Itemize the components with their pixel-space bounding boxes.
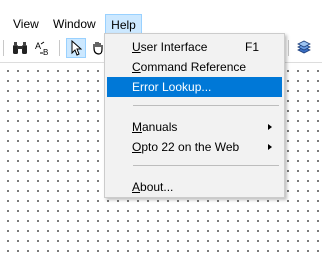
mnemonic: C [132,60,141,74]
spell-check-icon[interactable]: A B [33,38,53,58]
svg-text:B: B [43,48,48,56]
binoculars-icon[interactable] [10,38,30,58]
menu-separator [133,165,279,166]
menu-item-label: anuals [142,120,178,134]
menu-item-command-reference[interactable]: Command Reference [107,57,282,77]
mnemonic: O [132,140,142,154]
shortcut-label: F1 [244,40,259,54]
menu-item-user-interface[interactable]: User Interface F1 [107,37,282,57]
menu-item-label: ommand Reference [140,60,247,74]
menu-item-opto22-web[interactable]: Opto 22 on the Web [107,137,282,157]
toolbar-separator [59,40,60,56]
toolbar-separator [3,40,4,56]
toolbar-separator [288,40,289,56]
submenu-arrow-icon [268,144,272,150]
menu-window[interactable]: Window [49,14,100,34]
mnemonic: M [132,120,142,134]
mnemonic: A [132,180,141,194]
library-icon[interactable] [294,38,314,58]
pointer-icon[interactable] [66,38,86,58]
submenu-arrow-icon [268,124,272,130]
mnemonic: U [132,40,141,54]
menu-bar: View Window Help [0,0,322,34]
svg-text:A: A [35,41,41,51]
menu-item-label: Error Lookup... [132,80,212,94]
menu-item-label: pto 22 on the Web [141,140,240,154]
menu-view[interactable]: View [9,14,43,34]
menu-item-error-lookup[interactable]: Error Lookup... [107,77,282,97]
menu-separator [133,105,279,106]
menu-item-label: ser Interface [140,40,208,54]
menu-item-label: bout... [140,180,174,194]
menu-item-manuals[interactable]: Manuals [107,117,282,137]
menu-help[interactable]: Help [105,14,142,34]
menu-item-about[interactable]: About... [107,177,282,197]
help-dropdown-menu: User Interface F1 Command Reference Erro… [104,33,285,198]
